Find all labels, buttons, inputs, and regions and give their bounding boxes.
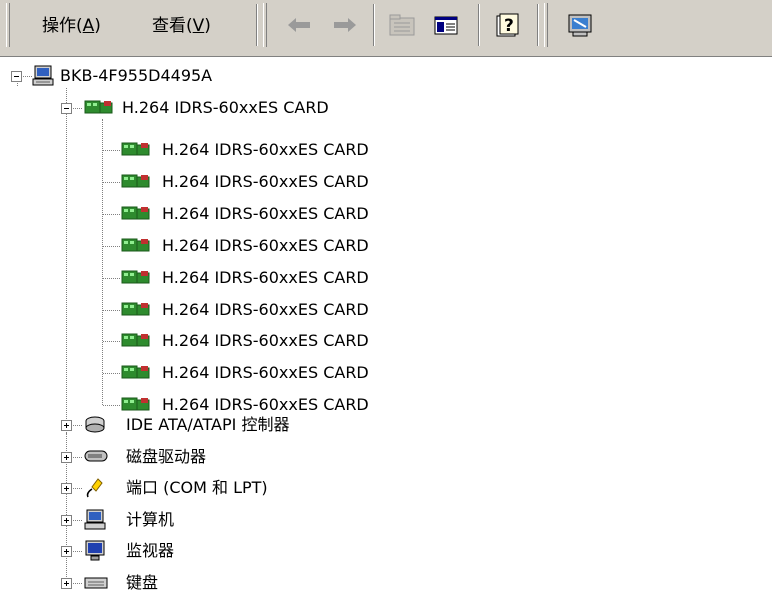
tree-connector (23, 76, 32, 77)
category-expand-toggle[interactable] (61, 546, 72, 557)
tree-connector (73, 108, 82, 109)
menu-view-close-paren: ) (204, 16, 211, 36)
video-card-icon (121, 302, 150, 316)
scan-hardware-button[interactable] (564, 10, 596, 40)
category-expand-toggle[interactable] (61, 420, 72, 431)
card-category-label[interactable]: H.264 IDRS-60xxES CARD (122, 98, 329, 118)
card-category-collapse-toggle[interactable] (61, 103, 72, 114)
port-icon (86, 478, 103, 498)
video-card-icon (121, 238, 150, 252)
up-folder-button[interactable] (386, 10, 418, 40)
video-card-icon (121, 270, 150, 284)
device-card-item[interactable]: H.264 IDRS-60xxES CARD (162, 300, 369, 320)
svg-text:?: ? (504, 16, 514, 36)
tree-connector (103, 341, 120, 342)
tree-connector (73, 551, 82, 552)
toolbar-separator (256, 4, 258, 46)
up-folder-icon (389, 14, 415, 36)
tree-connector (102, 119, 103, 405)
device-card-item[interactable]: H.264 IDRS-60xxES CARD (162, 268, 369, 288)
category-expand-toggle[interactable] (61, 578, 72, 589)
video-card-icon (121, 142, 150, 156)
toolbar-separator (478, 4, 480, 46)
tree-connector (103, 278, 120, 279)
device-category-item[interactable]: 磁盘驱动器 (126, 447, 206, 467)
disk-drive-icon (84, 450, 108, 462)
video-card-icon (121, 397, 150, 411)
device-category-item[interactable]: 端口 (COM 和 LPT) (126, 478, 268, 498)
tree-connector (73, 425, 82, 426)
tree-connector (73, 520, 82, 521)
tree-connector (73, 583, 82, 584)
category-expand-toggle[interactable] (61, 483, 72, 494)
video-card-icon (121, 365, 150, 379)
show-hide-tree-icon (434, 16, 458, 35)
menu-view-accel: V (192, 16, 205, 36)
device-card-item[interactable]: H.264 IDRS-60xxES CARD (162, 395, 369, 415)
back-icon (288, 18, 310, 32)
computer-icon (84, 509, 106, 530)
toolbar-grip[interactable] (263, 3, 267, 47)
device-category-item[interactable]: 键盘 (126, 573, 158, 593)
device-card-item[interactable]: H.264 IDRS-60xxES CARD (162, 236, 369, 256)
monitor-icon (85, 540, 105, 561)
device-card-item[interactable]: H.264 IDRS-60xxES CARD (162, 363, 369, 383)
tree-connector (73, 457, 82, 458)
toolbar-separator (537, 4, 539, 46)
tree-connector (103, 214, 120, 215)
tree-connector (103, 310, 120, 311)
root-collapse-toggle[interactable] (11, 71, 22, 82)
toolbar-grip[interactable] (544, 3, 548, 47)
back-button[interactable] (284, 10, 316, 40)
device-card-item[interactable]: H.264 IDRS-60xxES CARD (162, 331, 369, 351)
tree-connector (17, 83, 18, 86)
toolbar-grip[interactable] (6, 3, 10, 47)
computer-icon (32, 65, 54, 86)
menu-view-label: 查看( (152, 16, 193, 36)
computer-label[interactable]: BKB-4F955D4495A (60, 66, 212, 86)
tree-connector (103, 150, 120, 151)
menu-action[interactable]: 操作(A) (42, 14, 101, 38)
category-expand-toggle[interactable] (61, 452, 72, 463)
help-icon: ? (496, 13, 519, 37)
tree-connector (103, 373, 120, 374)
tree-connector (66, 88, 67, 433)
show-hide-tree-button[interactable] (430, 10, 462, 40)
device-card-item[interactable]: H.264 IDRS-60xxES CARD (162, 204, 369, 224)
device-category-item[interactable]: 计算机 (126, 510, 174, 530)
scan-hardware-icon (568, 14, 592, 37)
device-card-item[interactable]: H.264 IDRS-60xxES CARD (162, 140, 369, 160)
video-card-icon (121, 333, 150, 347)
tree-connector (73, 488, 82, 489)
toolbar-separator (373, 4, 375, 46)
menu-action-label: 操作( (42, 16, 83, 36)
keyboard-icon (84, 577, 108, 589)
device-category-item[interactable]: IDE ATA/ATAPI 控制器 (126, 415, 289, 435)
menu-action-close-paren: ) (94, 16, 101, 36)
toolbar: 操作(A) 查看(V) ? (0, 0, 772, 57)
video-card-icon (121, 174, 150, 188)
tree-connector (103, 182, 120, 183)
ide-controller-icon (85, 416, 105, 433)
device-card-item[interactable]: H.264 IDRS-60xxES CARD (162, 172, 369, 192)
video-card-icon (121, 206, 150, 220)
video-card-icon (84, 100, 113, 114)
forward-button[interactable] (328, 10, 360, 40)
menu-action-accel: A (82, 16, 95, 36)
tree-connector (103, 405, 120, 406)
device-tree: BKB-4F955D4495A H.264 IDRS-60xxES CARD H… (0, 57, 772, 592)
device-category-item[interactable]: 监视器 (126, 541, 174, 561)
category-expand-toggle[interactable] (61, 515, 72, 526)
help-button[interactable]: ? (491, 10, 523, 40)
forward-icon (334, 18, 356, 32)
menu-view[interactable]: 查看(V) (152, 14, 211, 38)
tree-connector (103, 246, 120, 247)
